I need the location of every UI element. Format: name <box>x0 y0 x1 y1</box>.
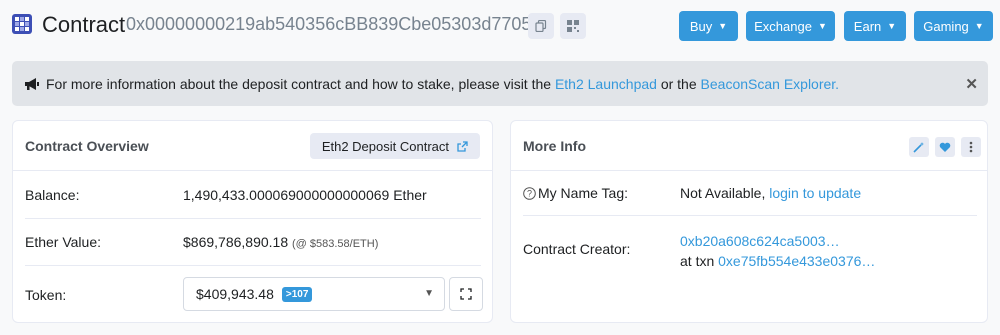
more-options-button[interactable] <box>961 137 981 157</box>
close-icon[interactable]: ✕ <box>965 75 978 93</box>
balance-label: Balance: <box>25 187 80 203</box>
balance-value: 1,490,433.000069000000000069 Ether <box>183 187 427 203</box>
vertical-ellipsis-icon <box>969 141 973 153</box>
divider <box>25 218 481 219</box>
exchange-menu-button[interactable]: Exchange ▼ <box>746 11 835 41</box>
contract-creator-label: Contract Creator: <box>523 241 631 257</box>
ether-value: $869,786,890.18 (@ $583.58/ETH) <box>183 234 379 250</box>
page-title: Contract <box>42 12 126 37</box>
name-tag-row: ? My Name Tag: <box>523 185 628 201</box>
ether-price: (@ $583.58/ETH) <box>292 238 379 250</box>
copy-icon <box>535 20 547 32</box>
magic-wand-icon <box>913 142 924 153</box>
name-tag-value: Not Available, login to update <box>680 185 862 201</box>
chevron-down-icon: ▼ <box>718 21 728 31</box>
more-info-card: More Info ? My Name Tag: Not Available, <box>510 120 988 323</box>
eth2-launchpad-link[interactable]: Eth2 Launchpad <box>555 76 657 92</box>
alert-text: For more information about the deposit c… <box>46 75 552 92</box>
deposit-info-alert: For more information about the deposit c… <box>12 61 988 106</box>
page-header: Contract 0x00000000219ab540356cBB839Cbe0… <box>0 0 1000 52</box>
divider <box>25 265 481 266</box>
megaphone-icon <box>25 77 39 90</box>
favorite-button[interactable] <box>935 137 955 157</box>
login-to-update-link[interactable]: login to update <box>769 185 861 201</box>
creator-address-link[interactable]: 0xb20a608c624ca5003… <box>680 233 840 249</box>
ether-value-label: Ether Value: <box>25 234 102 250</box>
name-tag-label: My Name Tag: <box>538 185 628 201</box>
token-label: Token: <box>25 287 67 303</box>
contract-address: 0x00000000219ab540356cBB839Cbe05303d7705… <box>126 14 553 34</box>
help-icon: ? <box>523 187 536 200</box>
card-header: More Info <box>511 121 987 171</box>
token-dropdown[interactable]: $409,943.48 >107 ▼ <box>183 277 445 311</box>
earn-menu-button[interactable]: Earn ▼ <box>844 11 906 41</box>
chevron-down-icon: ▼ <box>424 288 434 299</box>
contract-logo-icon <box>12 14 32 34</box>
gaming-menu-button[interactable]: Gaming ▼ <box>914 11 993 41</box>
external-link-icon <box>457 140 468 152</box>
expand-tokens-button[interactable] <box>449 277 483 311</box>
chevron-down-icon: ▼ <box>817 21 827 31</box>
card-title: Contract Overview <box>25 138 149 154</box>
expand-icon <box>460 288 472 300</box>
magic-wand-button[interactable] <box>909 137 929 157</box>
alert-text-mid: or the <box>660 75 697 92</box>
beaconscan-explorer-link[interactable]: BeaconScan Explorer. <box>701 76 840 92</box>
qr-code-icon <box>567 20 579 32</box>
card-header: Contract Overview Eth2 Deposit Contract <box>13 121 492 171</box>
qr-code-button[interactable] <box>560 13 586 39</box>
creator-txn: at txn 0xe75fb554e433e0376… <box>680 253 876 269</box>
heart-icon <box>939 142 951 152</box>
contract-overview-card: Contract Overview Eth2 Deposit Contract … <box>12 120 493 323</box>
creator-txn-link[interactable]: 0xe75fb554e433e0376… <box>718 253 875 269</box>
card-title: More Info <box>523 138 586 154</box>
chevron-down-icon: ▼ <box>887 21 897 31</box>
token-count-badge: >107 <box>281 286 313 302</box>
svg-text:?: ? <box>527 189 532 199</box>
divider <box>523 215 977 216</box>
token-value: $409,943.48 <box>196 286 274 302</box>
buy-menu-button[interactable]: Buy ▼ <box>679 11 738 41</box>
copy-address-button[interactable] <box>528 13 554 39</box>
chevron-down-icon: ▼ <box>974 21 984 31</box>
eth2-deposit-contract-button[interactable]: Eth2 Deposit Contract <box>309 133 480 159</box>
